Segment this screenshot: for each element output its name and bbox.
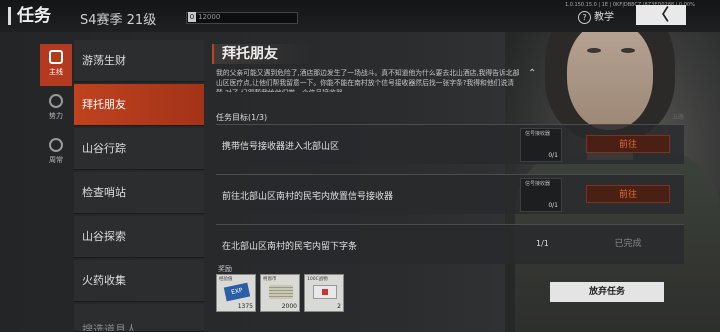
goal-text: 在北部山区南村的民宅内留下字条 bbox=[222, 242, 358, 252]
reward-item[interactable]: 柯恩币 2000 bbox=[260, 274, 300, 312]
clock-icon bbox=[49, 138, 63, 152]
question-icon: ? bbox=[578, 11, 591, 24]
tab-faction-label: 势力 bbox=[49, 112, 63, 120]
goal-text: 前往北部山区南村的民宅内放置信号接收器 bbox=[222, 192, 394, 202]
quest-title: 拜托朋友 bbox=[212, 44, 312, 64]
reward-qty: 1375 bbox=[237, 303, 253, 310]
goal-item-slot: 信号接收器 0/1 bbox=[520, 178, 562, 212]
completed-label: 已完成 bbox=[614, 239, 642, 249]
season-xp-bar: 0 12000 bbox=[80, 12, 298, 24]
goal-item-count: 0/1 bbox=[548, 202, 558, 209]
quest-description: 我的父亲可能又遇到危险了,酒店那边发生了一场战斗。真不知道他为什么要去北山酒店,… bbox=[216, 69, 520, 92]
tab-main[interactable]: 主线 bbox=[40, 44, 72, 86]
goal-row: 在北部山区南村的民宅内留下字条 1/1 已完成 bbox=[216, 224, 684, 264]
exp-ticket-icon: EXP bbox=[223, 282, 251, 302]
reward-name: 经验值 bbox=[219, 277, 233, 282]
reward-qty: 2 bbox=[337, 303, 341, 310]
list-icon bbox=[49, 50, 63, 64]
supply-box-icon bbox=[313, 285, 337, 299]
cash-stack-icon bbox=[269, 285, 293, 299]
goal-row: 携带信号接收器进入北部山区 信号接收器 0/1 前往 bbox=[216, 124, 684, 164]
goal-row: 前往北部山区南村的民宅内放置信号接收器 信号接收器 0/1 前往 bbox=[216, 174, 684, 214]
collapse-chevron-icon[interactable]: ⌃ bbox=[528, 68, 536, 79]
quest-list: 游荡生财 拜托朋友 山谷行踪 检查哨站 山谷探索 火药收集 搜选道具人 bbox=[74, 40, 204, 332]
reward-name: 100C战物 bbox=[307, 277, 328, 282]
tutorial-button[interactable]: ? 教学 bbox=[578, 8, 614, 24]
tab-main-label: 主线 bbox=[49, 68, 63, 76]
reward-item[interactable]: 100C战物 2 bbox=[304, 274, 344, 312]
reward-qty: 2000 bbox=[281, 303, 297, 310]
reward-name: 柯恩币 bbox=[263, 277, 277, 282]
quest-item-active[interactable]: 拜托朋友 bbox=[74, 84, 204, 126]
reward-item[interactable]: 经验值 EXP 1375 bbox=[216, 274, 256, 312]
quest-item[interactable]: 游荡生财 bbox=[74, 40, 204, 82]
goals-ghost-label: 五路 bbox=[672, 114, 685, 121]
goal-text: 携带信号接收器进入北部山区 bbox=[222, 142, 340, 152]
goal-item-slot: 信号接收器 0/1 bbox=[520, 128, 562, 162]
tab-weekly-label: 周常 bbox=[49, 156, 63, 164]
goal-item-count: 0/1 bbox=[548, 152, 558, 159]
category-rail: 主线 势力 周常 bbox=[40, 44, 72, 184]
quest-detail: 拜托朋友 我的父亲可能又遇到危险了,酒店那边发生了一场战斗。真不知道他为什么要去… bbox=[212, 40, 690, 332]
go-button[interactable]: 前往 bbox=[586, 185, 670, 203]
tutorial-label: 教学 bbox=[594, 12, 614, 23]
go-button[interactable]: 前往 bbox=[586, 135, 670, 153]
abandon-quest-button[interactable]: 放弃任务 bbox=[550, 282, 664, 302]
faction-icon bbox=[49, 94, 63, 108]
quest-item[interactable]: 火药收集 bbox=[74, 260, 204, 302]
xp-current: 0 bbox=[188, 12, 196, 22]
goals-label: 任务目标(1/3) bbox=[216, 113, 268, 122]
goal-progress: 1/1 bbox=[536, 239, 549, 248]
xp-total: 12000 bbox=[198, 13, 221, 21]
tab-faction[interactable]: 势力 bbox=[40, 88, 72, 130]
quest-item[interactable]: 山谷行踪 bbox=[74, 128, 204, 170]
top-bar: 任务 S4赛季 21级 0 12000 1.0.150.15.0 | 1E | … bbox=[0, 0, 720, 32]
goal-item-name: 信号接收器 bbox=[525, 131, 551, 137]
tab-weekly[interactable]: 周常 bbox=[40, 132, 72, 174]
quest-item[interactable]: 搜选道具人 bbox=[74, 304, 204, 332]
page-title: 任务 bbox=[8, 7, 51, 25]
goal-item-name: 信号接收器 bbox=[525, 181, 551, 187]
quest-item[interactable]: 山谷探索 bbox=[74, 216, 204, 258]
quest-item[interactable]: 检查哨站 bbox=[74, 172, 204, 214]
rewards-label: 奖励 bbox=[218, 265, 232, 273]
back-button[interactable]: 〈 bbox=[636, 5, 686, 25]
